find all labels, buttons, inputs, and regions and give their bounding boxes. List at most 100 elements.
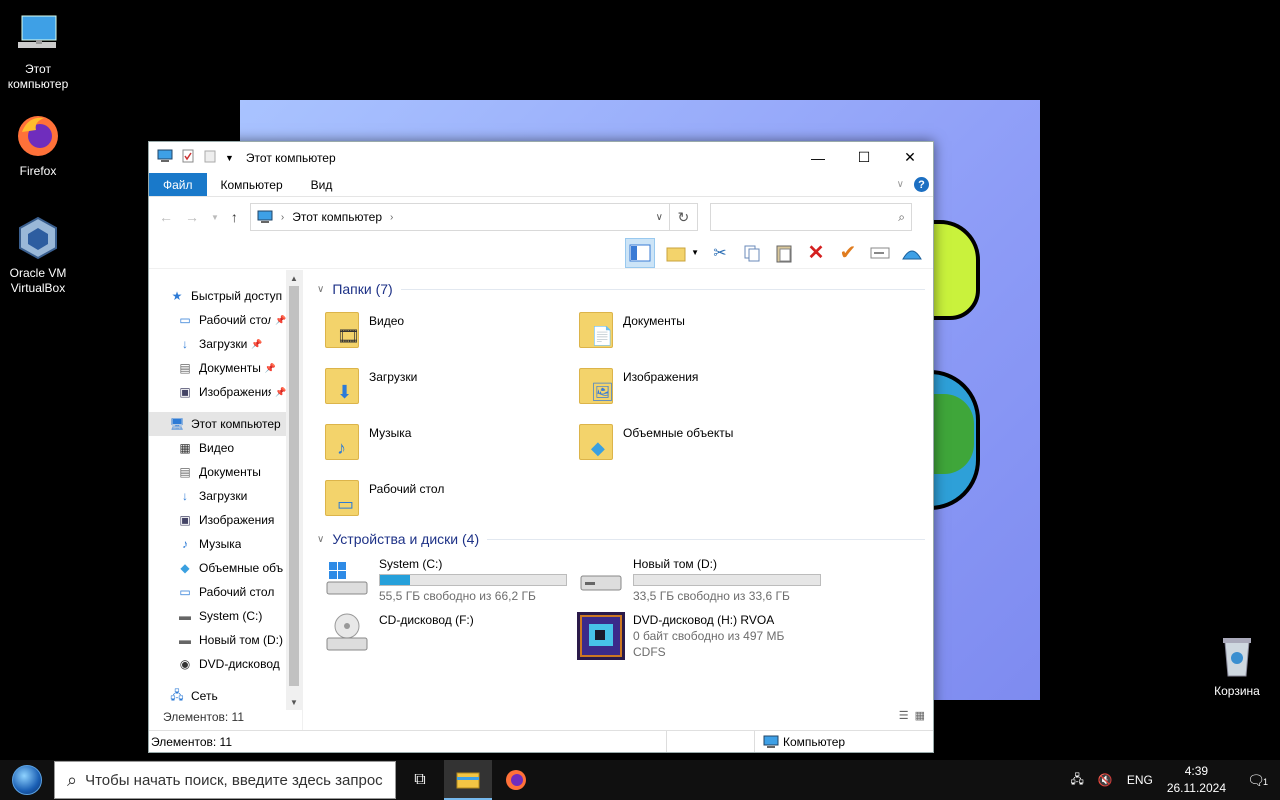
sidebar-item[interactable]: ↓ Загрузки 📌	[149, 332, 302, 356]
sidebar-item[interactable]: ↓ Загрузки	[149, 484, 302, 508]
language-indicator[interactable]: ENG	[1127, 773, 1153, 787]
delete-icon[interactable]: ✕	[805, 242, 827, 264]
drive-item[interactable]: CD-дисковод (F:)	[323, 612, 577, 668]
task-view-button[interactable]: ⧉	[396, 760, 444, 800]
sidebar-item[interactable]: ◉ DVD-дисковод (H:) RVOA	[149, 652, 302, 676]
scroll-down-icon[interactable]: ▼	[286, 694, 302, 710]
tab-view[interactable]: Вид	[297, 173, 347, 196]
view-switcher: ☰ ▦	[899, 709, 925, 722]
help-icon[interactable]: ?	[914, 177, 929, 192]
title-bar[interactable]: ▼ Этот компьютер — ☐ ✕	[149, 142, 933, 173]
scroll-up-icon[interactable]: ▲	[286, 270, 302, 286]
drives-group-header[interactable]: ∨ Устройства и диски (4)	[317, 526, 933, 552]
chevron-down-icon[interactable]: ▼	[225, 153, 234, 163]
chevron-down-icon[interactable]: ▼	[691, 248, 699, 257]
clock[interactable]: 4:39 26.11.2024	[1167, 763, 1226, 797]
search-placeholder: Чтобы начать поиск, введите здесь запрос	[85, 771, 383, 789]
download-icon: ↓	[182, 337, 188, 351]
sidebar-item[interactable]: ▭ Рабочий стол 📌	[149, 308, 302, 332]
folder-item[interactable]: 📄 Документы	[577, 302, 831, 358]
up-button[interactable]: ↑	[231, 209, 238, 225]
search-input[interactable]: ⌕	[709, 203, 912, 231]
folder-options-icon[interactable]	[665, 242, 687, 264]
cut-icon[interactable]: ✂	[709, 242, 731, 264]
back-button[interactable]: ←	[159, 209, 173, 225]
network-icon[interactable]: 🖧	[1070, 770, 1083, 791]
desktop-icon-recycle-bin[interactable]: Корзина	[1199, 632, 1275, 699]
copy-icon[interactable]	[741, 242, 763, 264]
sidebar-item-label: Загрузки	[199, 489, 248, 503]
firefox-icon	[506, 770, 526, 790]
checkmark-icon[interactable]: ✔	[837, 242, 859, 264]
sidebar-item[interactable]: ▬ System (C:)	[149, 604, 302, 628]
taskbar-firefox-button[interactable]	[492, 760, 540, 800]
collapse-icon[interactable]: ∨	[317, 284, 324, 295]
tab-computer[interactable]: Компьютер	[207, 173, 297, 196]
scrollbar-thumb[interactable]	[289, 286, 299, 686]
sidebar-item[interactable]: ▤ Документы	[149, 460, 302, 484]
sidebar-item[interactable]: ★ Быстрый доступ	[149, 284, 302, 308]
recent-locations-button[interactable]: ▼	[211, 213, 219, 222]
folder-item[interactable]: 🎞 Видео	[323, 302, 577, 358]
cd-drive-icon	[323, 612, 371, 660]
drive-item[interactable]: System (C:) 55,5 ГБ свободно из 66,2 ГБ	[323, 556, 577, 612]
sidebar-item[interactable]: ▣ Изображения 📌	[149, 380, 302, 404]
sidebar-item[interactable]: ◆ Объемные объекты	[149, 556, 302, 580]
minimize-button[interactable]: —	[795, 142, 841, 173]
folder-item[interactable]: ⬇ Загрузки	[323, 358, 577, 414]
desktop-icon-firefox[interactable]: Firefox	[0, 112, 76, 179]
refresh-button[interactable]: ↻	[669, 203, 698, 231]
breadcrumb-this-pc[interactable]: Этот компьютер	[292, 210, 382, 224]
sidebar-item[interactable]: ▭ Рабочий стол	[149, 580, 302, 604]
preview-pane-button[interactable]	[625, 237, 656, 268]
folders-group-header[interactable]: ∨ Папки (7)	[317, 276, 933, 302]
address-bar[interactable]: › Этот компьютер › ∨	[249, 203, 670, 231]
status-location: Компьютер	[783, 734, 846, 749]
pictures-icon: ▣	[179, 513, 191, 527]
folder-item[interactable]: 🖼 Изображения	[577, 358, 831, 414]
sidebar-item-label: Этот компьютер	[191, 417, 281, 431]
properties-icon[interactable]	[181, 149, 195, 166]
large-icons-view-icon[interactable]: ▦	[915, 709, 925, 722]
paste-icon[interactable]	[773, 242, 795, 264]
collapse-icon[interactable]: ∨	[317, 534, 324, 545]
notifications-button[interactable]: 🗨 1	[1240, 772, 1272, 789]
close-button[interactable]: ✕	[887, 142, 933, 173]
desktop-icon-virtualbox[interactable]: Oracle VM VirtualBox	[0, 214, 76, 296]
pictures-folder-icon: 🖼	[577, 364, 615, 406]
folder-name: Изображения	[623, 370, 699, 384]
desktop-icon-this-pc[interactable]: Этот компьютер	[0, 10, 76, 92]
sidebar-item[interactable]: ▣ Изображения	[149, 508, 302, 532]
recycle-bin-icon	[1213, 632, 1261, 680]
folder-item[interactable]: ◆ Объемные объекты	[577, 414, 831, 470]
folder-item[interactable]: ▭ Рабочий стол	[323, 470, 577, 526]
sidebar-item-label: Объемные объекты	[199, 561, 283, 575]
sidebar-item[interactable]: ▤ Документы 📌	[149, 356, 302, 380]
rename-icon[interactable]	[869, 242, 891, 264]
drive-item[interactable]: DVD-дисковод (H:) RVOA 0 байт свободно из…	[577, 612, 831, 668]
chevron-down-icon[interactable]: ∨	[656, 212, 663, 223]
sidebar-item[interactable]: ♪ Музыка	[149, 532, 302, 556]
sidebar-item[interactable]: 🖥 Этот компьютер	[149, 412, 302, 436]
expand-ribbon-icon[interactable]: ∨	[897, 179, 904, 190]
start-button[interactable]	[0, 760, 54, 800]
forward-button[interactable]: →	[185, 209, 199, 225]
shell-icon[interactable]	[901, 242, 923, 264]
tab-file[interactable]: Файл	[149, 173, 207, 196]
volume-muted-icon[interactable]: 🔇	[1098, 773, 1113, 787]
sidebar-item[interactable]: ▬ Новый том (D:)	[149, 628, 302, 652]
folder-item[interactable]: ♪ Музыка	[323, 414, 577, 470]
nav-scrollbar[interactable]: ▲ ▼	[286, 270, 302, 710]
desktop-folder-icon: ▭	[323, 476, 361, 518]
drive-usage-bar	[633, 574, 821, 586]
sidebar-item[interactable]: 🖧 Сеть	[149, 684, 302, 708]
new-folder-icon[interactable]	[203, 149, 217, 166]
dvd-icon: ◉	[179, 657, 191, 671]
taskbar-search-box[interactable]: ⌕ Чтобы начать поиск, введите здесь запр…	[54, 761, 396, 799]
taskbar-explorer-button[interactable]	[444, 760, 492, 800]
details-view-icon[interactable]: ☰	[899, 709, 909, 722]
maximize-button[interactable]: ☐	[841, 142, 887, 173]
sidebar-item[interactable]: ▦ Видео	[149, 436, 302, 460]
time: 4:39	[1184, 764, 1209, 778]
drive-item[interactable]: Новый том (D:) 33,5 ГБ свободно из 33,6 Г…	[577, 556, 831, 612]
